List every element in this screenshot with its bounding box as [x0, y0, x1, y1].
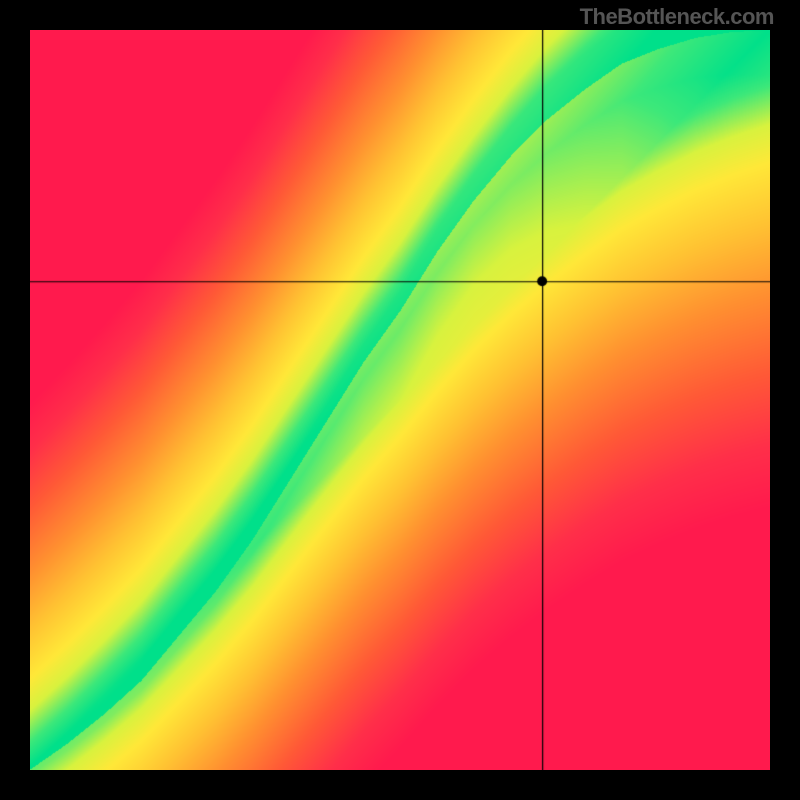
watermark-text: TheBottleneck.com [580, 4, 774, 30]
heatmap-canvas [30, 30, 770, 770]
plot-area [30, 30, 770, 770]
chart-container: TheBottleneck.com [0, 0, 800, 800]
